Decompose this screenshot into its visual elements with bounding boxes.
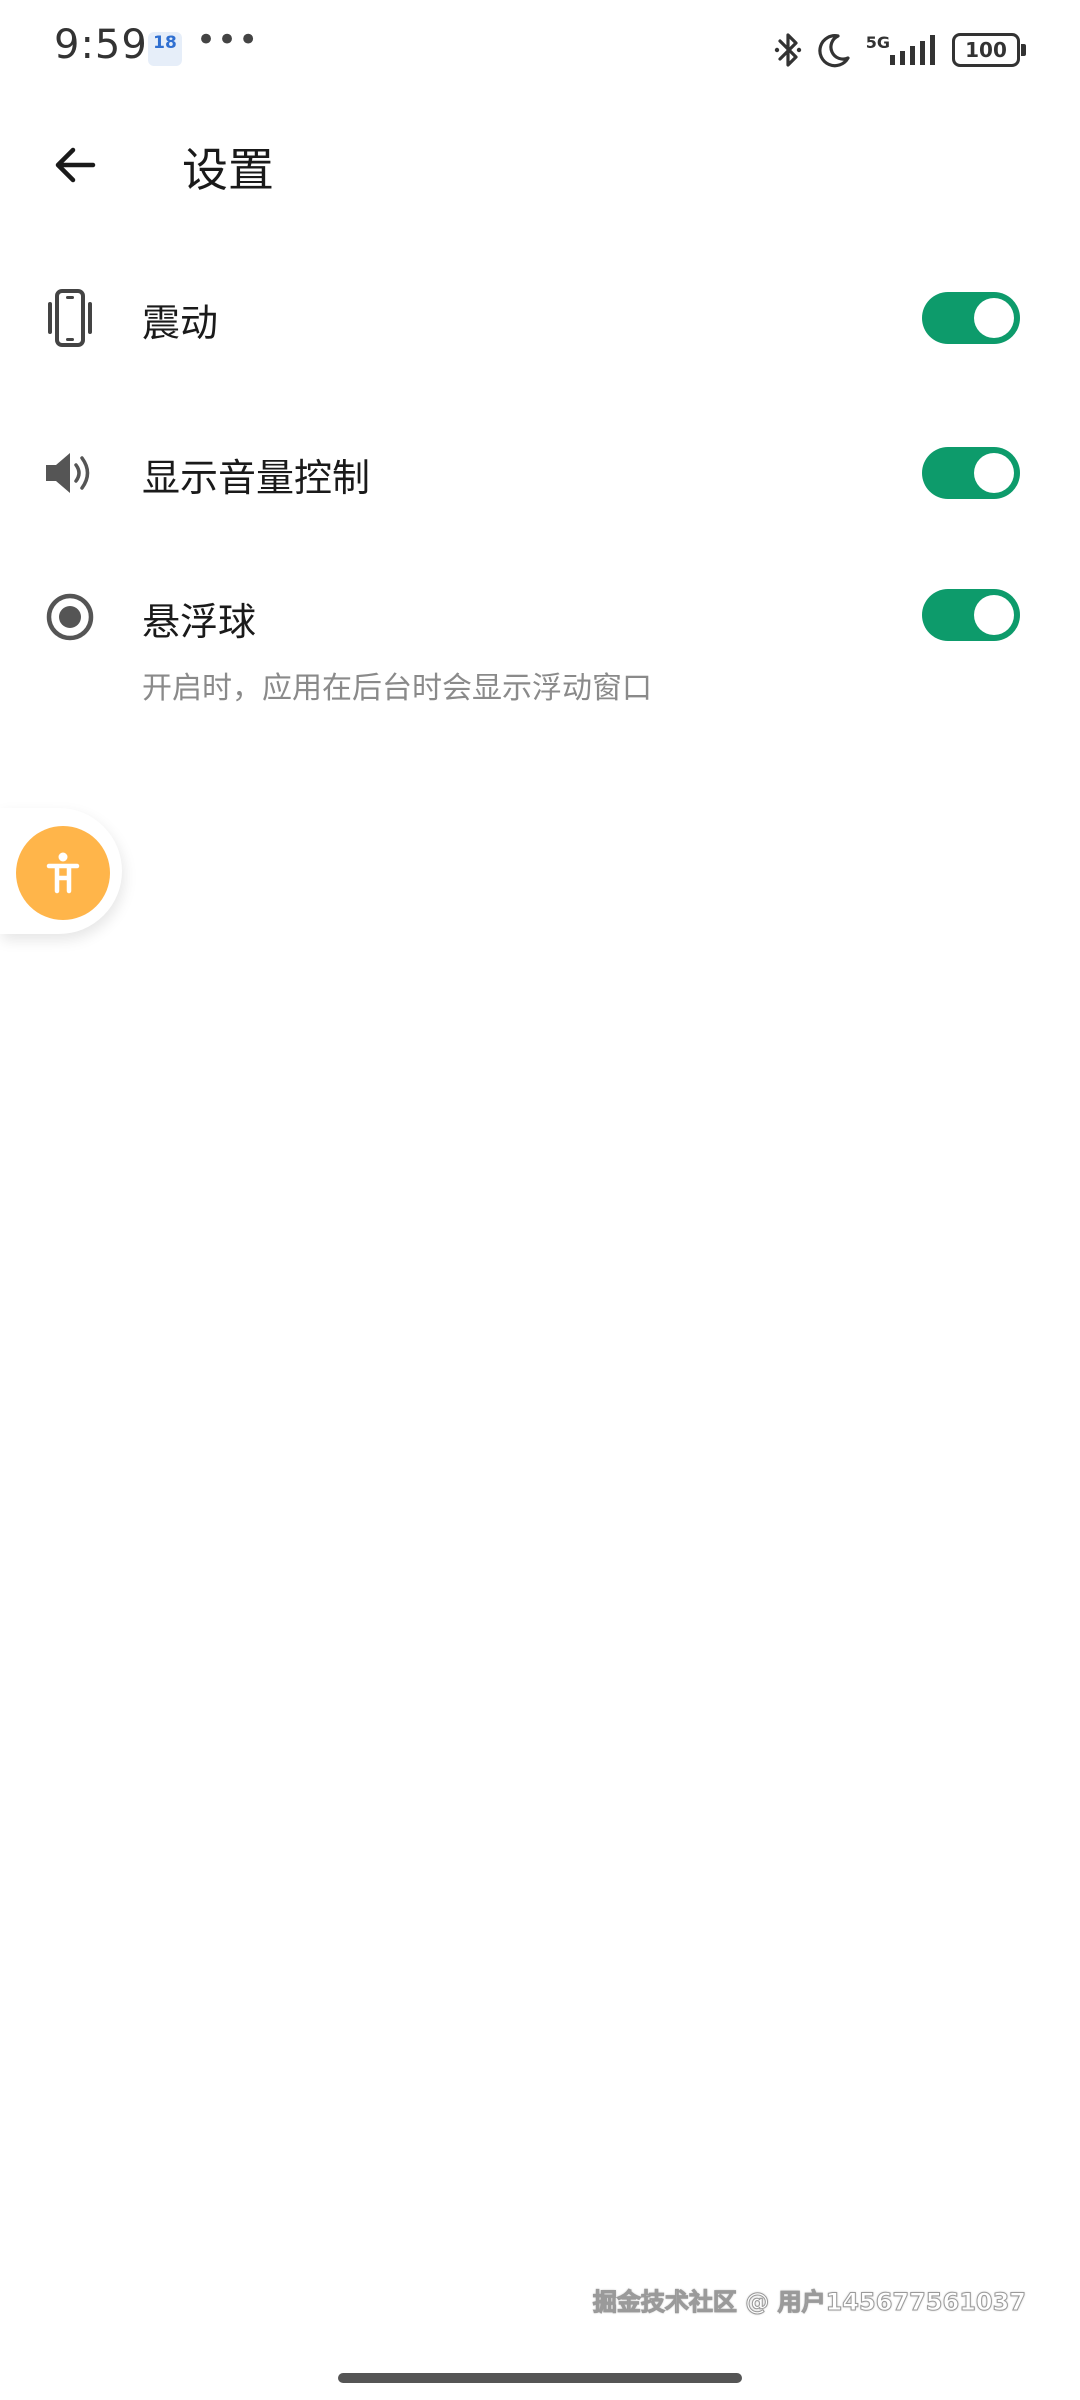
toggle-knob [974, 453, 1014, 493]
status-time: 9:59 [54, 22, 148, 68]
accessibility-icon [46, 852, 80, 894]
status-icons: 5G 100 [774, 28, 1026, 72]
network-type-label: 5G [865, 33, 890, 52]
watermark: 掘金技术社区 @ 用户145677561037 [592, 2288, 1026, 2317]
setting-row-floating-ball[interactable]: 悬浮球 开启时，应用在后台时会显示浮动窗口 [0, 575, 1080, 725]
moon-icon [818, 34, 850, 68]
toggle-knob [974, 298, 1014, 338]
setting-label-vibrate: 震动 [142, 301, 219, 345]
vibrate-phone-icon [40, 288, 100, 348]
signal-bars-icon [890, 35, 935, 65]
arrow-left-icon [55, 147, 96, 183]
back-button[interactable] [40, 130, 110, 200]
signal-icon: 5G [866, 33, 938, 67]
speaker-icon [40, 443, 100, 503]
page-title: 设置 [182, 143, 274, 197]
setting-label-floating-ball: 悬浮球 [142, 600, 257, 644]
toggle-knob [974, 595, 1014, 635]
floating-ball-button[interactable] [16, 826, 110, 920]
bluetooth-icon [774, 33, 801, 67]
setting-row-volume-control[interactable]: 显示音量控制 [0, 425, 1080, 525]
floating-ball-toggle[interactable] [922, 589, 1020, 641]
gesture-navigation-handle[interactable] [338, 2373, 742, 2383]
battery-icon: 100 [952, 33, 1026, 67]
app-header: 设置 [0, 110, 1080, 220]
setting-description-floating-ball: 开启时，应用在后台时会显示浮动窗口 [142, 671, 652, 706]
status-bar: 9:59 18 ••• 5G 100 [0, 0, 1080, 100]
vibrate-toggle[interactable] [922, 292, 1020, 344]
settings-screen: 9:59 18 ••• 5G 100 设置 震动 显示音量控制 悬浮球 开启时，… [0, 0, 1080, 2400]
setting-row-vibrate[interactable]: 震动 [0, 270, 1080, 370]
more-notifications-icon: ••• [196, 20, 260, 60]
calendar-badge-icon: 18 [148, 32, 182, 66]
volume-control-toggle[interactable] [922, 447, 1020, 499]
setting-label-volume-control: 显示音量控制 [142, 456, 371, 500]
radio-dot-icon [40, 587, 100, 647]
